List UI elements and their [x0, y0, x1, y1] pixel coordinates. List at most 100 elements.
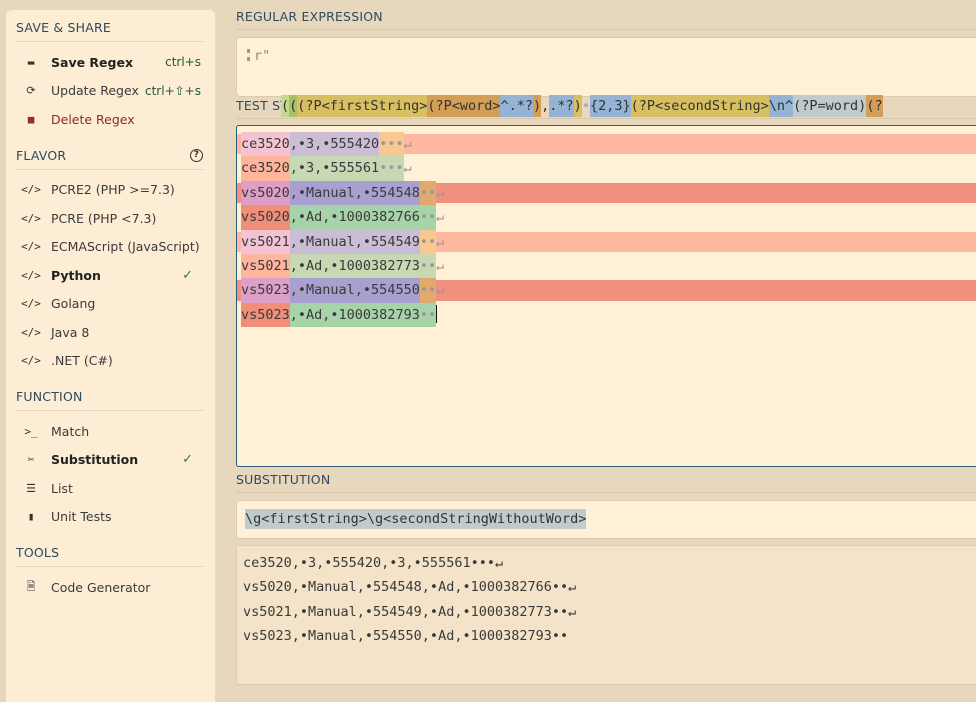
tools-title: TOOLS: [16, 545, 60, 560]
test-line-content: vs5020,•Manual,•554548••↵: [241, 180, 444, 206]
flavor-item[interactable]: </> Java 8: [16, 318, 205, 347]
function-item[interactable]: ▮ Unit Tests: [16, 503, 205, 532]
regex-token: (?P<firstString>: [297, 95, 428, 117]
function-title: FUNCTION: [16, 389, 83, 404]
code-icon: </>: [21, 268, 41, 282]
flavor-label: ECMAScript (JavaScript): [51, 239, 200, 255]
regex-delimiter: r": [254, 48, 271, 64]
regex-line-1: (((?P<firstString>(?P<word>^.*?),.*?)•{2…: [281, 94, 883, 118]
flavor-header: FLAVOR ?: [16, 148, 205, 170]
regex-token: .*?: [549, 95, 574, 117]
test-line-content: vs5023,•Manual,•554550••↵: [241, 278, 444, 303]
test-line-content: vs5020,•Ad,•1000382766••↵: [241, 205, 445, 230]
test-line: ce3520,•3,•555561•••↵: [237, 156, 976, 181]
regex-token: (?P<word>: [427, 95, 501, 117]
check-icon: ✓: [182, 452, 193, 468]
match-segment: ,•Ad,•1000382773: [289, 253, 420, 279]
code-generator-button[interactable]: 🗎 Code Generator: [16, 573, 205, 602]
match-segment: ,•Ad,•1000382793: [289, 302, 420, 328]
flavor-item[interactable]: </> Golang: [16, 290, 205, 319]
text-caret: [436, 304, 438, 323]
match-segment: vs5023: [241, 278, 290, 303]
scissors-icon: ✂: [27, 453, 35, 467]
match-segment: ••: [419, 302, 437, 328]
check-icon: ✓: [182, 267, 193, 283]
test-line-content: vs5021,•Ad,•1000382773••↵: [241, 253, 445, 279]
test-string-input[interactable]: ce3520,•3,•555420•••↵ ce3520,•3,•555561••…: [236, 125, 976, 467]
test-line: vs5023,•Ad,•1000382793••: [237, 302, 976, 328]
flavor-item[interactable]: </> ECMAScript (JavaScript): [16, 233, 205, 262]
code-icon: </>: [21, 240, 41, 254]
flavor-item[interactable]: </> PCRE2 (PHP >=7.3): [16, 176, 205, 205]
update-regex-button[interactable]: ⟳ Update Regex ctrl+⇧+s: [16, 77, 205, 106]
regex-token: ): [573, 95, 582, 117]
regex-title: REGULAR EXPRESSION: [236, 0, 976, 30]
flavor-item[interactable]: </> PCRE (PHP <7.3): [16, 204, 205, 233]
result-line: vs5021,•Manual,•554549,•Ad,•1000382773••…: [243, 603, 577, 620]
function-item[interactable]: >_ Match: [16, 417, 205, 446]
test-line-content: vs5021,•Manual,•554549••↵: [241, 229, 445, 254]
tools-header: TOOLS: [16, 545, 205, 567]
substitution-value: \g<firstString>\g<secondStringWithoutWor…: [245, 509, 587, 529]
regex-token: ^.*?: [500, 95, 533, 117]
code-icon: </>: [21, 354, 41, 368]
code-icon: </>: [21, 325, 41, 339]
save-regex-button[interactable]: ▬ Save Regex ctrl+s: [16, 48, 205, 77]
test-tube-icon: ▮: [27, 510, 35, 524]
update-regex-label: Update Regex: [51, 83, 139, 99]
function-label: Unit Tests: [51, 509, 112, 525]
refresh-icon: ⟳: [26, 84, 36, 98]
flavor-label: Python: [51, 267, 101, 283]
result-line: vs5020,•Manual,•554548,•Ad,•1000382766••…: [243, 579, 577, 596]
test-line: vs5020,•Manual,•554548••↵: [237, 180, 976, 206]
flavor-label: PCRE2 (PHP >=7.3): [51, 182, 175, 198]
drag-handle-icon[interactable]: [247, 49, 250, 61]
save-share-title: SAVE & SHARE: [16, 20, 111, 35]
match-segment: ,•3,•555561: [289, 156, 380, 181]
match-segment: vs5020: [241, 180, 290, 206]
match-segment: ••: [419, 205, 437, 230]
test-line-content: ce3520,•3,•555420•••↵: [241, 132, 412, 157]
function-item[interactable]: ✂ Substitution ✓: [16, 446, 205, 475]
substitution-input[interactable]: \g<firstString>\g<secondStringWithoutWor…: [236, 500, 976, 539]
delete-regex-button[interactable]: ■ Delete Regex: [16, 105, 205, 134]
function-label: Match: [51, 423, 90, 439]
match-segment: ,•Manual,•554548: [289, 180, 420, 206]
function-label: List: [51, 480, 73, 496]
match-segment: ,•Ad,•1000382766: [289, 205, 420, 230]
list-icon: ☰: [26, 481, 36, 495]
help-icon[interactable]: ?: [190, 148, 203, 162]
match-segment: ••: [419, 253, 437, 279]
save-shortcut: ctrl+s: [165, 55, 201, 70]
update-shortcut: ctrl+⇧+s: [145, 83, 201, 98]
match-segment: ce3520: [241, 156, 290, 181]
function-label: Substitution: [51, 452, 139, 468]
save-share-header: SAVE & SHARE: [16, 20, 205, 42]
match-segment: ↵: [436, 209, 445, 226]
match-segment: ↵: [436, 233, 445, 250]
save-regex-label: Save Regex: [51, 54, 134, 70]
match-segment: ↵: [436, 257, 445, 274]
result-line: vs5023,•Manual,•554550,•Ad,•1000382793••: [243, 628, 569, 645]
test-line: ce3520,•3,•555420•••↵: [237, 132, 976, 157]
regex-token: \n^: [768, 95, 794, 117]
test-line: vs5021,•Ad,•1000382773••↵: [237, 253, 976, 279]
match-segment: ••: [419, 229, 437, 254]
code-icon: </>: [21, 183, 41, 197]
code-icon: </>: [21, 211, 41, 225]
flavor-item[interactable]: </> Python ✓: [16, 261, 205, 290]
flavor-label: Java 8: [51, 324, 90, 340]
regex-prefix: r": [247, 48, 270, 64]
test-line: vs5023,•Manual,•554550••↵: [237, 278, 976, 303]
match-segment: ↵: [403, 160, 412, 177]
regex-input[interactable]: r" (((?P<firstString>(?P<word>^.*?),.*?)…: [236, 37, 976, 189]
flavor-label: Golang: [51, 296, 96, 312]
code-icon: </>: [21, 297, 41, 311]
function-item[interactable]: ☰ List: [16, 474, 205, 503]
match-segment: ce3520: [241, 132, 290, 157]
result-line: ce3520,•3,•555420,•3,•555561•••↵: [243, 555, 504, 571]
function-header: FUNCTION: [16, 389, 205, 411]
match-segment: ,•Manual,•554549: [289, 229, 420, 254]
match-segment: ••: [419, 278, 437, 303]
flavor-item[interactable]: </> .NET (C#): [16, 347, 205, 376]
